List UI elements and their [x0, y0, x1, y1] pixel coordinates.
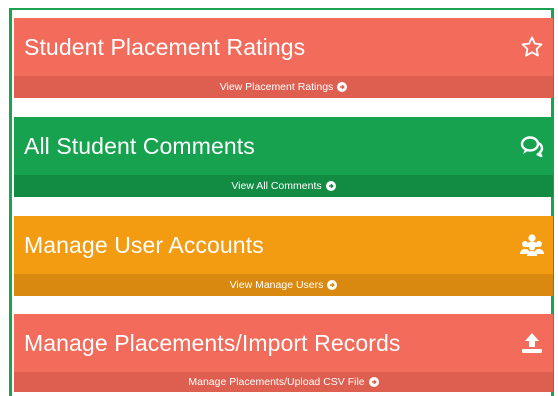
panel-header: All Student Comments	[14, 117, 553, 175]
view-placement-ratings-link[interactable]: View Placement Ratings	[14, 76, 553, 98]
link-label: View Placement Ratings	[219, 81, 334, 93]
panel-header: Manage Placements/Import Records	[14, 314, 553, 372]
panel-title: Manage Placements/Import Records	[24, 329, 401, 356]
star-icon	[519, 34, 545, 60]
link-label: View Manage Users	[229, 279, 324, 291]
upload-icon	[519, 330, 545, 356]
panel-header: Manage User Accounts	[14, 216, 553, 274]
panel-placement-ratings: Student Placement Ratings View Placement…	[14, 18, 553, 98]
arrow-circle-right-icon	[325, 181, 336, 191]
panel-student-comments: All Student Comments View All Comments	[14, 117, 553, 197]
view-manage-users-link[interactable]: View Manage Users	[14, 274, 553, 296]
arrow-circle-right-icon	[327, 280, 338, 290]
panel-user-accounts: Manage User Accounts View Manage Users	[14, 216, 553, 296]
panel-title: Student Placement Ratings	[24, 33, 306, 60]
upload-csv-file-link[interactable]: Manage Placements/Upload CSV File	[14, 372, 553, 392]
comments-icon	[519, 133, 545, 159]
link-label: Manage Placements/Upload CSV File	[188, 376, 365, 388]
panel-manage-placements: Manage Placements/Import Records Manage …	[14, 314, 553, 392]
view-all-comments-link[interactable]: View All Comments	[14, 175, 553, 197]
users-icon	[519, 232, 545, 258]
panel-header: Student Placement Ratings	[14, 18, 553, 76]
arrow-circle-right-icon	[337, 82, 348, 92]
panel-title: All Student Comments	[24, 132, 255, 159]
link-label: View All Comments	[231, 180, 322, 192]
panel-title: Manage User Accounts	[24, 231, 264, 258]
arrow-circle-right-icon	[368, 377, 379, 387]
